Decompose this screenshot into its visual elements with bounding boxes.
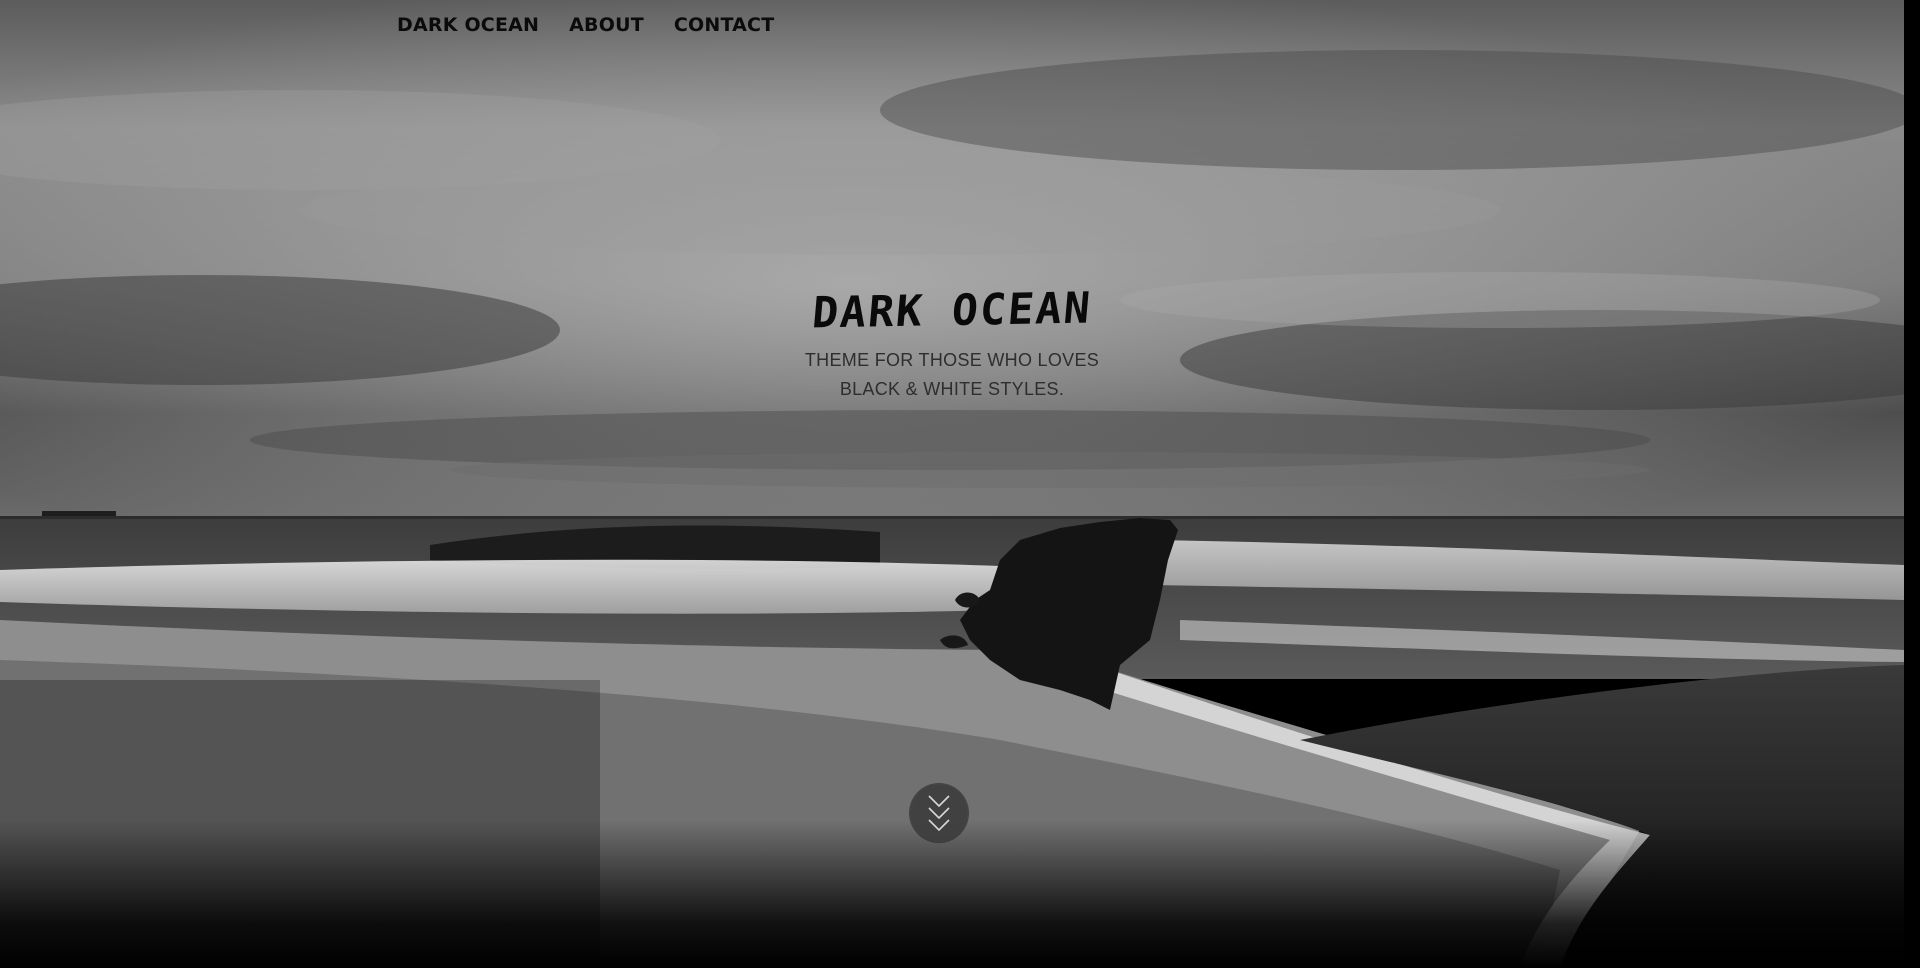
- double-chevron-down-icon: [928, 795, 950, 832]
- site-title: DARK OCEAN: [810, 283, 1094, 339]
- hero-section: DARK OCEAN ABOUT CONTACT DARK OCEAN THEM…: [0, 0, 1904, 968]
- top-navigation: DARK OCEAN ABOUT CONTACT: [397, 14, 774, 36]
- page: DARK OCEAN ABOUT CONTACT DARK OCEAN THEM…: [0, 0, 1920, 968]
- scroll-down-button[interactable]: [910, 784, 968, 842]
- bottom-gradient: [0, 820, 1904, 968]
- nav-item-dark-ocean[interactable]: DARK OCEAN: [397, 14, 539, 36]
- site-tagline: THEME FOR THOSE WHO LOVES BLACK & WHITE …: [752, 346, 1152, 404]
- hero-title-block: DARK OCEAN THEME FOR THOSE WHO LOVES BLA…: [752, 283, 1152, 404]
- scrollbar-gutter: [1904, 0, 1920, 968]
- tagline-line-2: BLACK & WHITE STYLES.: [839, 379, 1065, 399]
- tagline-line-1: THEME FOR THOSE WHO LOVES: [804, 350, 1100, 370]
- nav-item-about[interactable]: ABOUT: [569, 14, 644, 36]
- nav-item-contact[interactable]: CONTACT: [674, 14, 775, 36]
